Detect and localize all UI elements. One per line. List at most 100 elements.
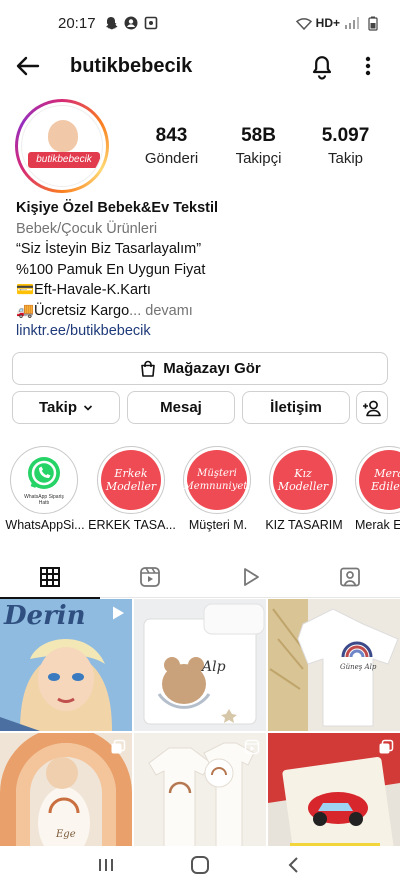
story-highlight[interactable]: Müşteri Memnuniyeti Müşteri M. [183, 446, 253, 532]
home-icon [190, 855, 209, 874]
bio-category: Bebek/Çocuk Ürünleri [16, 220, 158, 237]
whatsapp-icon [28, 457, 60, 489]
bio-link[interactable]: linktr.ee/butikbebecik [16, 321, 386, 342]
grid-icon [40, 567, 60, 587]
highlight-label: Müşteri M. [188, 518, 248, 532]
tab-videos[interactable] [200, 556, 300, 598]
status-time: 20:17 [58, 14, 96, 32]
highlight-cover-text: Mera Edilen [359, 450, 400, 510]
add-user-icon [363, 400, 381, 416]
highlight-label: WhatsAppSi... [5, 518, 85, 532]
status-bar: 20:17 HD+ [0, 0, 400, 46]
battery-icon [368, 16, 378, 31]
tab-tagged[interactable] [300, 556, 400, 598]
highlight-cover-text: Kız Modeller [273, 450, 333, 510]
profile-bio: Kişiye Özel Bebek&Ev Tekstil Bebek/Çocuk… [16, 198, 386, 342]
arrow-left-icon [16, 56, 40, 76]
post-overlay-text: Derin [4, 601, 86, 631]
notifications-button[interactable] [308, 50, 336, 80]
post-thumbnail[interactable]: Güneş Alp [268, 599, 400, 731]
chevron-down-icon [83, 404, 93, 411]
story-highlight[interactable]: WhatsApp Sipariş Hattı WhatsAppSi... [5, 446, 85, 532]
bio-line: “Siz İsteyin Biz Tasarlayalım” [16, 241, 202, 257]
post-overlay-text: Alp [202, 659, 226, 675]
highlight-label: Merak Ed [355, 518, 400, 532]
view-shop-button[interactable]: Mağazayı Gör [12, 352, 388, 385]
post-overlay-text: Ege [56, 829, 76, 840]
signal-icon [345, 16, 359, 29]
stat-posts-label: Gönderi [144, 150, 199, 167]
stat-followers[interactable]: 58B Takipçi [215, 124, 302, 170]
back-button[interactable] [14, 52, 42, 80]
bio-line-last: 🚚Ücretsiz Kargo... devamı [16, 301, 386, 322]
home-button[interactable] [189, 854, 211, 881]
bio-more-link[interactable]: ... devamı [129, 303, 193, 319]
highlight-label: ERKEK TASA... [88, 518, 176, 532]
carousel-icon [379, 739, 394, 754]
post-thumbnail[interactable]: Alp [134, 599, 266, 731]
baby-photo [48, 120, 78, 152]
profile-username: butikbebecik [70, 55, 193, 77]
contact-label: İletişim [270, 399, 322, 416]
highlight-label: KIZ TASARIM [265, 518, 343, 532]
follow-label: Takip [38, 399, 78, 416]
system-navigation-bar [0, 846, 400, 888]
highlight-cover-text: Erkek Modeller [101, 450, 161, 510]
recent-apps-icon [99, 858, 114, 871]
stat-following-label: Takip [327, 150, 364, 167]
follow-button[interactable]: Takip [12, 391, 120, 424]
bio-name: Kişiye Özel Bebek&Ev Tekstil [16, 200, 219, 216]
avatar-brand-banner: butikbebecik [28, 152, 100, 168]
carousel-icon [111, 739, 126, 754]
more-options-button[interactable] [360, 52, 376, 80]
highlight-cover-text: WhatsApp Sipariş Hattı [24, 494, 64, 506]
gallery-icon [144, 16, 157, 30]
stat-following-count: 5.097 [321, 125, 370, 146]
story-highlight[interactable]: Mera Edilen Merak Ed [355, 446, 400, 546]
tagged-icon [340, 567, 360, 587]
contact-button[interactable]: İletişim [242, 391, 350, 424]
profile-tabs [0, 556, 400, 599]
profile-header: butikbebecik [0, 46, 400, 86]
bio-line: 💳Eft-Havale-K.Kartı [16, 282, 151, 298]
signal-indicators: HD+ [295, 16, 378, 31]
story-highlight[interactable]: Erkek Modeller ERKEK TASA... [88, 446, 176, 532]
avatar-image: butikbebecik [21, 105, 103, 187]
snapchat-icon [105, 17, 118, 30]
suggested-users-button[interactable] [356, 391, 388, 424]
story-highlight[interactable]: Kız Modeller KIZ TASARIM [265, 446, 343, 532]
reel-icon [244, 739, 260, 755]
profile-stats: 843 Gönderi 58B Takipçi 5.097 Takip [128, 124, 390, 170]
play-icon [244, 568, 259, 586]
post-thumbnail[interactable]: Derin [0, 599, 132, 731]
system-back-button[interactable] [284, 855, 304, 880]
profile-avatar[interactable]: butikbebecik [15, 99, 109, 193]
highlight-cover: WhatsApp Sipariş Hattı [14, 450, 74, 510]
stat-followers-label: Takipçi [235, 150, 282, 167]
more-vertical-icon [365, 56, 371, 76]
network-type: HD+ [315, 16, 340, 30]
view-shop-label: Mağazayı Gör [163, 360, 261, 377]
stat-posts[interactable]: 843 Gönderi [128, 124, 215, 170]
account-icon [124, 16, 138, 30]
post-overlay-text: Güneş Alp [340, 663, 377, 671]
chevron-left-icon [288, 856, 298, 873]
tab-posts-grid[interactable] [0, 556, 100, 599]
video-icon [113, 606, 124, 620]
message-button[interactable]: Mesaj [127, 391, 235, 424]
post-image [134, 599, 266, 731]
stat-followers-count: 58B [241, 125, 276, 146]
post-image [268, 599, 400, 731]
bell-icon [312, 56, 332, 80]
tab-reels[interactable] [100, 556, 200, 598]
bio-line: %100 Pamuk En Uygun Fiyat [16, 261, 206, 278]
highlight-cover-text: Müşteri Memnuniyeti [184, 450, 250, 510]
message-label: Mesaj [160, 399, 202, 416]
stat-posts-count: 843 [155, 125, 188, 146]
bio-line: 🚚Ücretsiz Kargo [16, 302, 130, 319]
stat-following[interactable]: 5.097 Takip [302, 124, 389, 170]
wifi-icon [295, 17, 312, 30]
shopping-bag-icon [141, 360, 156, 377]
recent-apps-button[interactable] [96, 855, 116, 880]
reels-icon [140, 567, 160, 587]
